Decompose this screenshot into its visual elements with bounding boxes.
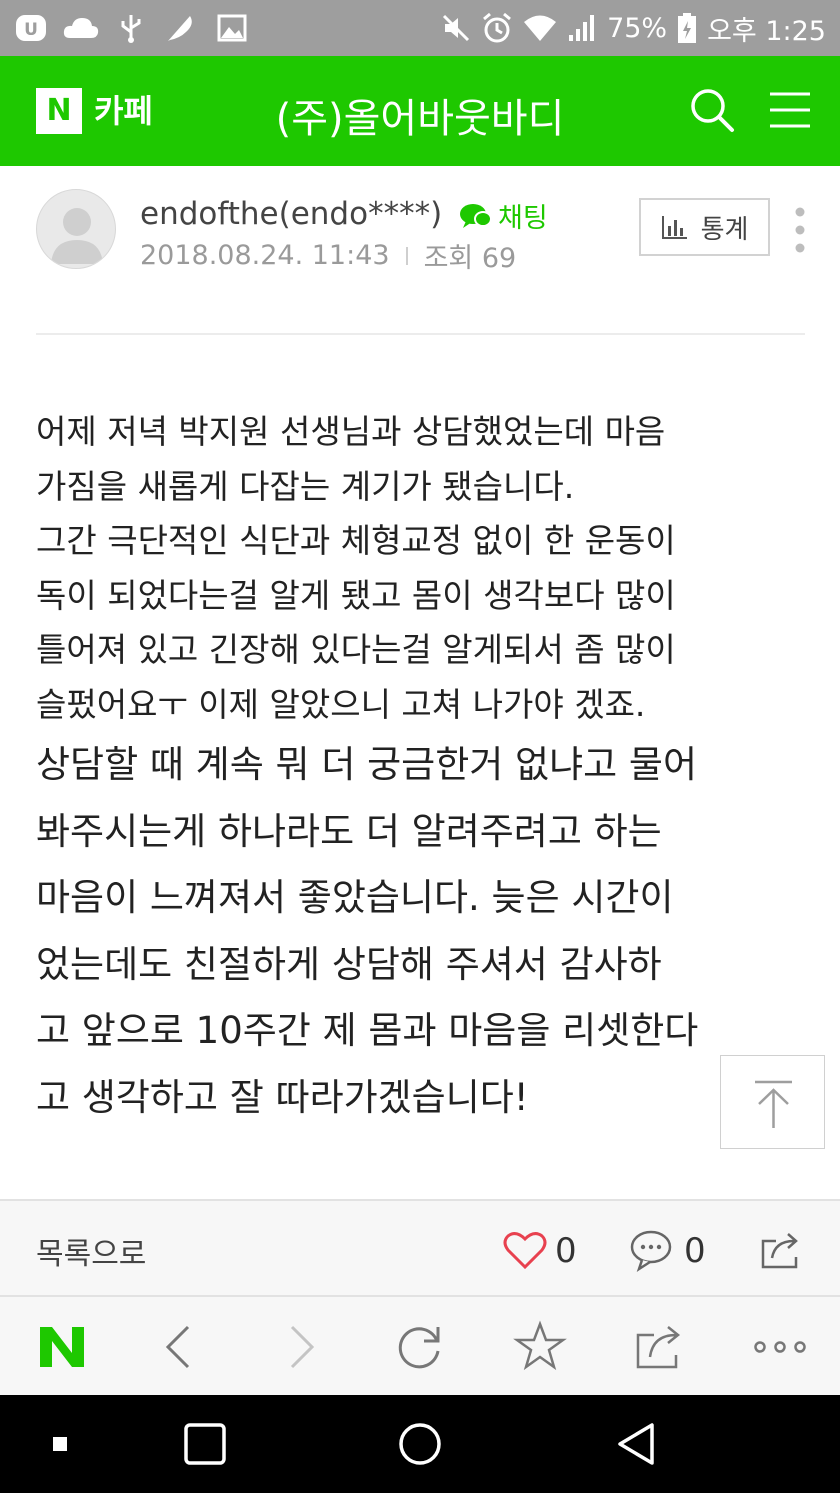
view-count: 조회 69 (423, 243, 517, 274)
home-circle-icon[interactable] (395, 1419, 445, 1469)
browser-toolbar (0, 1297, 840, 1395)
body-line: 상담할 때 계속 뭐 더 궁금한거 없냐고 물어 (36, 743, 698, 786)
comment-count: 0 (684, 1231, 706, 1271)
more-horizontal-icon[interactable] (752, 1319, 808, 1375)
body-line: 독이 되었다는걸 알게 됐고 몸이 생각보다 많이 (36, 575, 676, 615)
arrow-up-icon (755, 1080, 792, 1128)
meta-divider-line (36, 333, 805, 335)
share-icon[interactable] (758, 1227, 804, 1273)
image-icon (217, 14, 247, 42)
body-line: 그간 극단적인 식단과 체형교정 없이 한 운동이 (36, 521, 676, 560)
bar-chart-icon (661, 216, 687, 239)
mute-icon (443, 14, 470, 42)
body-line: 었는데도 친절하게 상담해 주셔서 감사하 (36, 942, 662, 986)
usb-icon (121, 15, 141, 43)
back-triangle-icon[interactable] (612, 1419, 662, 1469)
clock: 오후 1:25 (707, 15, 826, 47)
back-arrow-icon[interactable] (152, 1319, 208, 1375)
scroll-to-top-button[interactable] (720, 1055, 825, 1149)
like-count: 0 (555, 1231, 577, 1271)
uplus-icon: U (16, 15, 46, 41)
browser-share-icon[interactable] (632, 1319, 688, 1375)
post-date: 2018.08.24. 11:43 (140, 240, 390, 271)
stats-label: 통계 (700, 214, 749, 245)
post-footer-bar: 목록으로 0 0 (0, 1199, 840, 1297)
body-line: 고 생각하고 잘 따라가겠습니다! (36, 1075, 529, 1119)
signal-icon (569, 15, 595, 41)
back-to-list-button[interactable]: 목록으로 (36, 1229, 146, 1273)
author-name[interactable]: endofthe(endo****) (140, 196, 442, 232)
more-vertical-icon[interactable] (788, 206, 812, 254)
status-bar: U 75% 오후 1:25 (0, 0, 840, 56)
post-meta: 2018.08.24. 11:43 조회 69 (140, 236, 516, 275)
refresh-icon[interactable] (392, 1319, 448, 1375)
stats-button[interactable]: 통계 (639, 198, 770, 256)
body-paragraph-1: 어제 저녁 박지원 선생님과 상담했었는데 마음 가짐을 새롭게 다잡는 계기가… (36, 405, 806, 732)
alarm-icon (483, 12, 512, 43)
post-body: 어제 저녁 박지원 선생님과 상담했었는데 마음 가짐을 새롭게 다잡는 계기가… (36, 405, 806, 1131)
app-header: N 카페 (주)올어바웃바디 (0, 56, 840, 166)
body-line: 고 앞으로 10주간 제 몸과 마음을 리셋한다 (36, 1009, 699, 1052)
overview-square-icon[interactable] (180, 1419, 230, 1469)
chat-bubble-icon (460, 203, 492, 228)
naver-home-icon[interactable] (34, 1319, 90, 1375)
comment-icon[interactable] (628, 1227, 674, 1273)
svg-text:U: U (24, 20, 38, 40)
menu-icon[interactable] (764, 84, 816, 136)
body-paragraph-2: 상담할 때 계속 뭐 더 궁금한거 없냐고 물어 봐주시는게 하나라도 더 알려… (36, 732, 806, 1131)
body-line: 봐주시는게 하나라도 더 알려주려고 하는 (36, 809, 662, 853)
search-icon[interactable] (686, 84, 738, 136)
forward-arrow-icon[interactable] (272, 1319, 328, 1375)
body-line: 마음이 느껴져서 좋았습니다. 늦은 시간이 (36, 876, 674, 919)
default-avatar-icon (51, 208, 103, 264)
feather-icon (168, 16, 192, 41)
battery-percent: 75% (607, 12, 668, 44)
avatar[interactable] (36, 189, 116, 269)
chat-label: 채팅 (498, 203, 548, 234)
bookmark-star-icon[interactable] (512, 1319, 568, 1375)
cloud-icon (63, 18, 99, 38)
recent-dot-icon[interactable] (35, 1419, 85, 1469)
meta-divider (405, 246, 408, 265)
body-line: 틀어져 있고 긴장해 있다는걸 알게되서 좀 많이 (36, 630, 676, 669)
wifi-icon (524, 15, 557, 41)
body-line: 어제 저녁 박지원 선생님과 상담했었는데 마음 (36, 412, 666, 451)
chat-link[interactable]: 채팅 (458, 196, 548, 235)
body-line: 슬펐어요ㅜ 이제 알았으니 고쳐 나가야 겠죠. (36, 684, 646, 724)
battery-icon (678, 13, 697, 43)
android-nav-bar (0, 1395, 840, 1493)
status-right: 75% 오후 1:25 (441, 0, 826, 56)
heart-icon[interactable] (502, 1227, 548, 1273)
body-line: 가짐을 새롭게 다잡는 계기가 됐습니다. (36, 466, 575, 506)
